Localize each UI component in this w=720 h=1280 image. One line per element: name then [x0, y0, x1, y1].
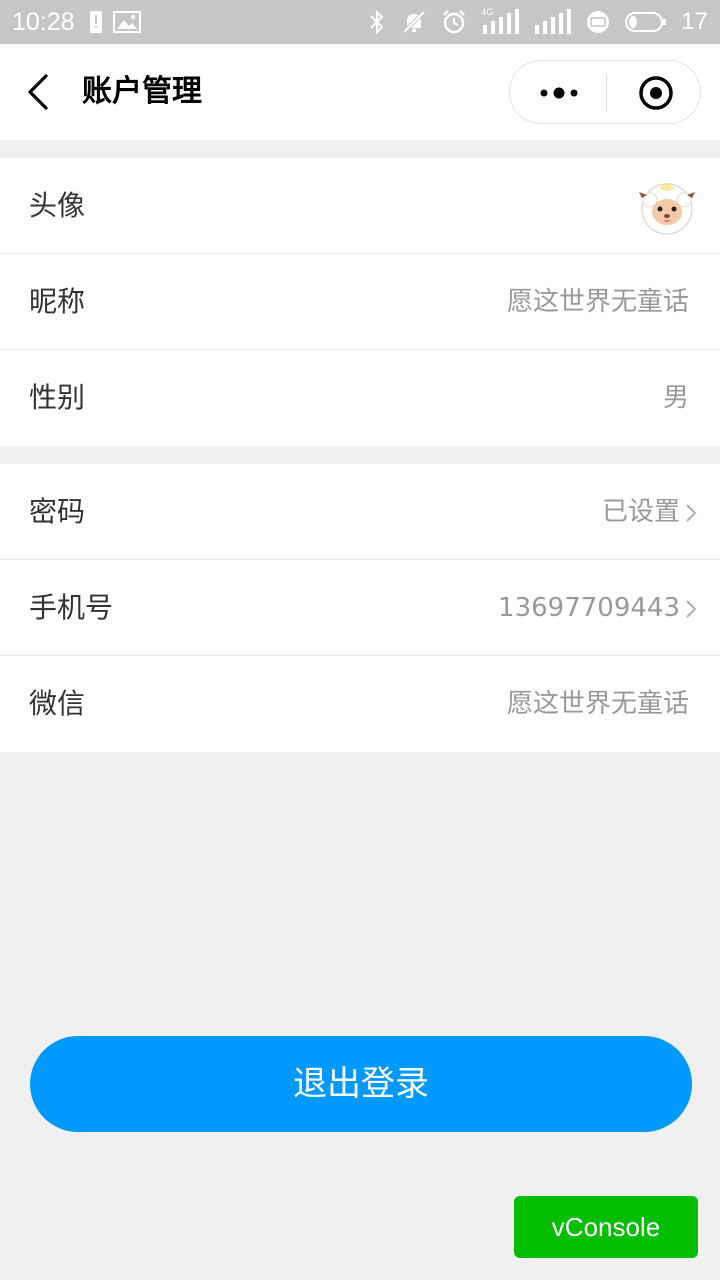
chevron-right-icon: [686, 504, 697, 522]
mute-icon: [402, 10, 426, 34]
page-title: 账户管理: [82, 74, 202, 109]
password-value: 已设置: [601, 497, 680, 527]
back-arrow-icon[interactable]: [22, 72, 62, 112]
close-target-icon[interactable]: [638, 75, 674, 111]
password-row[interactable]: 密码 已设置: [0, 464, 720, 560]
bluetooth-icon: [370, 9, 384, 35]
status-bar: 10:28 4G 17: [0, 0, 720, 44]
signal-4g-icon: 4G: [481, 7, 520, 35]
password-label: 密码: [29, 495, 86, 528]
alert-icon: [89, 11, 102, 33]
nav-bar: 账户管理: [0, 44, 720, 140]
status-time: 10:28: [12, 7, 75, 36]
wechat-row[interactable]: 微信 愿这世界无童话: [0, 656, 720, 752]
battery-level: 17: [681, 8, 708, 35]
avatar-row[interactable]: 头像: [0, 158, 720, 254]
gender-row[interactable]: 性别 男: [0, 350, 720, 446]
wechat-value: 愿这世界无童话: [506, 689, 689, 719]
miniprogram-capsule: [509, 60, 701, 124]
security-group: 密码 已设置 手机号 13697709443 微信 愿这世界无童话: [0, 464, 720, 752]
nickname-label: 昵称: [29, 285, 86, 318]
vconsole-button[interactable]: vConsole: [514, 1196, 698, 1258]
logout-button[interactable]: 退出登录: [30, 1036, 692, 1132]
gender-value: 男: [662, 383, 689, 413]
phone-label: 手机号: [29, 591, 114, 624]
alarm-icon: [443, 10, 466, 34]
profile-group: 头像 昵称 愿这世界无童话 性别 男: [0, 158, 720, 446]
phone-row[interactable]: 手机号 13697709443: [0, 560, 720, 656]
signal-icon: [535, 9, 572, 34]
more-icon[interactable]: [536, 83, 582, 103]
nickname-row[interactable]: 昵称 愿这世界无童话: [0, 254, 720, 350]
avatar-label: 头像: [29, 189, 86, 222]
phone-value: 13697709443: [498, 593, 680, 623]
wechat-label: 微信: [29, 687, 86, 720]
gender-label: 性别: [29, 381, 86, 414]
image-icon: [112, 11, 141, 33]
sheep-avatar-icon[interactable]: [636, 178, 698, 236]
chevron-right-icon: [686, 600, 697, 618]
battery-icon: [625, 12, 667, 32]
hd-icon: [587, 11, 610, 33]
nickname-value: 愿这世界无童话: [506, 287, 689, 317]
capsule-divider: [606, 75, 607, 111]
